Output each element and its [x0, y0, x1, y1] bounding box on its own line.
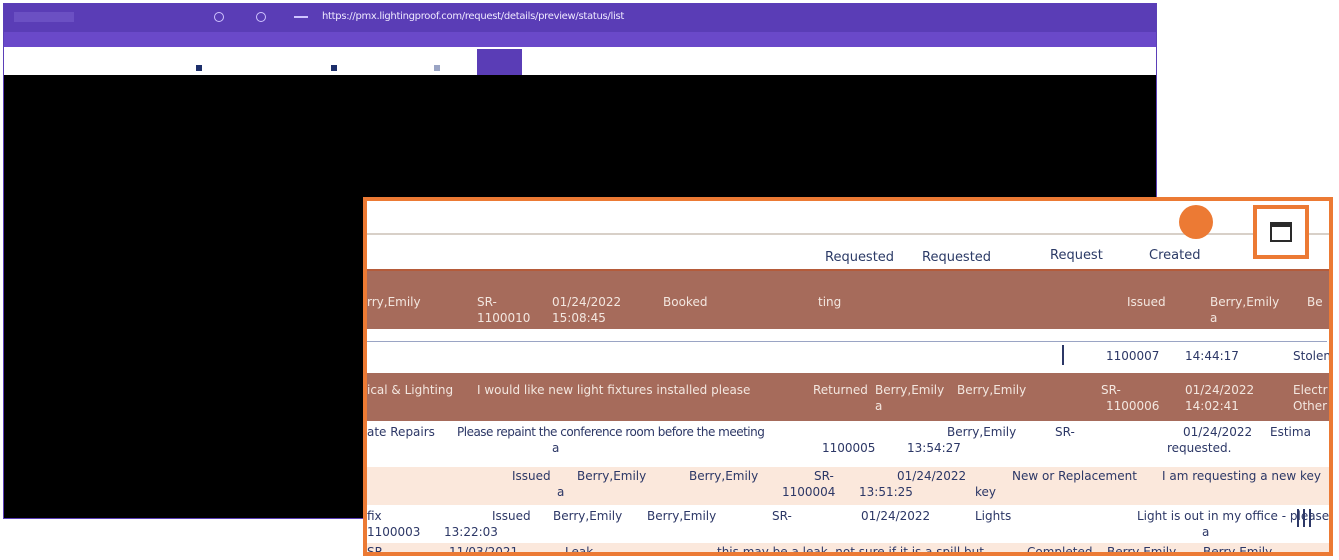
cell-assignee: Berry,Emily	[1210, 295, 1280, 309]
cell-assignee: Berry,Emily	[647, 509, 717, 523]
cell-sr: SR-	[477, 295, 497, 309]
app-toolbar	[4, 47, 1156, 75]
maximize-button[interactable]	[1253, 205, 1309, 259]
cell-category: fix	[367, 509, 382, 523]
cell-submitted-by: Berry,Emily	[875, 383, 945, 397]
cursor-indicator	[1179, 205, 1213, 239]
cell-category: ical & Lighting	[367, 383, 454, 397]
cell-assignee: Berry,Emily	[957, 383, 1027, 397]
table-row[interactable]: Issued Berry,Emily Berry,Emily SR- 01/24…	[367, 467, 1329, 505]
cell-state: Returned	[813, 383, 868, 397]
cell-date: 11/03/2021	[449, 545, 519, 556]
cell-assignee: Berry,Emily	[947, 425, 1017, 439]
cell-sr: SR-	[814, 469, 834, 483]
browser-bookmarks-bar	[4, 32, 1156, 47]
cell-id: 1100005	[822, 441, 876, 455]
cell-time: 13:22:03	[444, 525, 498, 539]
cell-type: ting	[818, 295, 842, 309]
cell-date: 01/24/2022	[552, 295, 622, 309]
cell-submitted-by: Berry,Emily	[577, 469, 647, 483]
cell-id: 1100010	[477, 311, 531, 325]
cell-status: Issued	[512, 469, 551, 483]
scroll-marker	[1303, 509, 1305, 527]
cell-key: key	[975, 485, 997, 499]
cell-date: 01/24/2022	[1183, 425, 1253, 439]
cell-a: a	[1210, 311, 1218, 325]
table-row[interactable]: ical & Lighting I would like new light f…	[367, 373, 1329, 421]
cell-time: 13:54:27	[907, 441, 961, 455]
cell-id: 1100003	[367, 525, 421, 539]
back-icon[interactable]	[214, 12, 224, 22]
cell-time: 14:02:41	[1185, 399, 1239, 413]
tab-strip[interactable]	[14, 12, 74, 22]
cell-sr: SR-	[1055, 425, 1075, 439]
active-app-tab[interactable]	[477, 49, 522, 75]
cell-type: New or Replacement	[1012, 469, 1137, 483]
cell-type: Estima	[1270, 425, 1311, 439]
cell-a: a	[1202, 525, 1210, 539]
col-requested-2[interactable]: Requested	[922, 250, 991, 265]
scroll-marker	[1309, 509, 1311, 527]
col-requested-1[interactable]: Requested	[825, 250, 894, 265]
cell-issued: Issued	[1127, 295, 1166, 309]
cell-time: 15:08:45	[552, 311, 606, 325]
table-row[interactable]: rry,Emily SR- 1100010 01/24/2022 15:08:4…	[367, 271, 1329, 329]
cell-sr: SR-	[772, 509, 792, 523]
cell-sr: SR-	[1101, 383, 1121, 397]
toolbar-icon[interactable]	[331, 65, 337, 71]
cell-date: 01/24/2022	[861, 509, 931, 523]
cell-id: 1100006	[1106, 399, 1160, 413]
col-request[interactable]: Request	[1050, 248, 1103, 263]
cell-state: Completed	[1027, 545, 1093, 556]
table-row[interactable]: ate Repairs Please repaint the conferenc…	[367, 421, 1329, 467]
cell-a: a	[875, 399, 883, 413]
cell-id: 1100004	[782, 485, 836, 499]
table-row[interactable]: SR- 11/03/2021 Leak this may be a leak, …	[367, 543, 1329, 556]
cell-name: rry,Emily	[367, 295, 421, 309]
row-divider	[367, 341, 1327, 342]
address-bar[interactable]: https://pmx.lightingproof.com/request/de…	[322, 8, 802, 26]
cell-description: this may be a leak, not sure if it is a …	[717, 545, 984, 556]
cell-time: 14:44:17	[1185, 349, 1239, 363]
cell-type: Lights	[975, 509, 1012, 523]
maximize-icon	[1270, 222, 1292, 242]
toolbar-icon[interactable]	[196, 65, 202, 71]
menu-icon[interactable]	[294, 16, 308, 18]
cell-date: 01/24/2022	[1185, 383, 1255, 397]
cell-id: 1100007	[1106, 349, 1160, 363]
cell-type: Electr	[1293, 383, 1328, 397]
cell-a: a	[557, 485, 565, 499]
col-created[interactable]: Created	[1149, 248, 1200, 263]
cell-date: 01/24/2022	[897, 469, 967, 483]
cell-description: I am requesting a new key	[1162, 469, 1321, 483]
cell-status: Stolen	[1293, 349, 1331, 363]
cell-status: Issued	[492, 509, 531, 523]
cell-assignee: Berry,Emily	[1203, 545, 1273, 556]
cell-a: a	[552, 441, 560, 455]
cell-category: ate Repairs	[367, 425, 435, 439]
table-row[interactable]: 1100007 14:44:17 Stolen	[367, 329, 1329, 373]
refresh-icon[interactable]	[256, 12, 266, 22]
zoomed-table-panel: Requested Requested Request Created rry,…	[363, 197, 1333, 556]
toolbar-icon[interactable]	[434, 65, 440, 71]
browser-title-bar: https://pmx.lightingproof.com/request/de…	[4, 4, 1156, 32]
cell-description: Please repaint the conference room befor…	[457, 425, 765, 439]
cell-note: requested.	[1167, 441, 1232, 455]
cell-time: 13:51:25	[859, 485, 913, 499]
cell-sub: Other	[1293, 399, 1328, 413]
cell-last: Be	[1307, 295, 1323, 309]
cell-type: Leak	[565, 545, 594, 556]
table-row[interactable]: fix Issued Berry,Emily Berry,Emily SR- 0…	[367, 505, 1329, 543]
cell-assignee: Berry,Emily	[689, 469, 759, 483]
cell-submitted-by: Berry,Emily	[553, 509, 623, 523]
column-marker	[1062, 345, 1064, 365]
cell-sr: SR-	[367, 545, 387, 556]
cell-description: I would like new light fixtures installe…	[477, 383, 751, 397]
scroll-marker	[1297, 509, 1299, 527]
cell-description: Light is out in my office - please	[1137, 509, 1330, 523]
cell-submitted-by: Berry,Emily	[1107, 545, 1177, 556]
cell-status: Booked	[663, 295, 708, 309]
